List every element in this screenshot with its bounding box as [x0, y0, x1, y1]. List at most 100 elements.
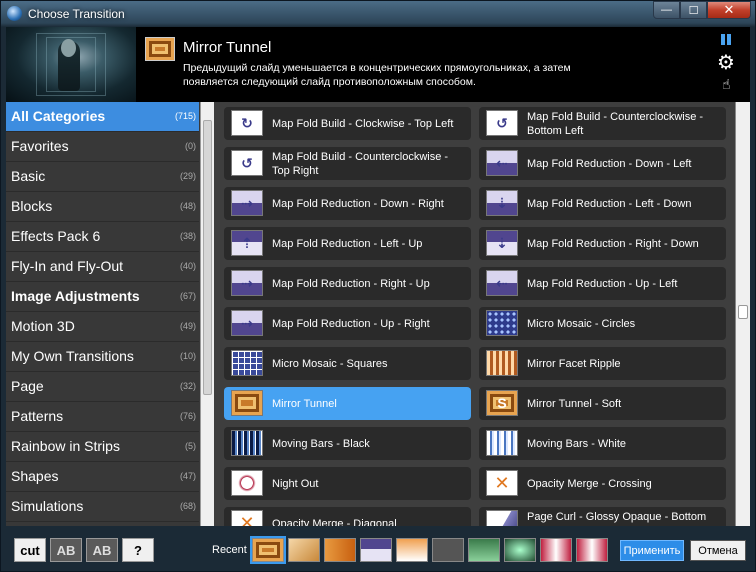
category-item[interactable]: Fly-In and Fly-Out (40) — [6, 252, 199, 282]
category-item[interactable]: Blocks (48) — [6, 192, 199, 222]
transition-tile[interactable]: ⇢ Map Fold Reduction - Up - Right — [224, 307, 471, 340]
transition-tile[interactable]: ⇠ Map Fold Reduction - Up - Left — [479, 267, 726, 300]
bottom-bar: Recent Применить Отмена cut AB AB? — [6, 531, 750, 569]
category-count: (32) — [179, 381, 196, 391]
help-button[interactable]: ? — [122, 538, 154, 562]
category-item[interactable]: Simulations (68) — [6, 492, 199, 522]
category-item[interactable]: Shapes (47) — [6, 462, 199, 492]
transition-tile[interactable]: ⇡ Map Fold Reduction - Left - Up — [224, 227, 471, 260]
transition-tile[interactable]: S Mirror Tunnel - Soft — [479, 387, 726, 420]
transition-tile[interactable]: ⇢ Map Fold Reduction - Right - Up — [224, 267, 471, 300]
facet-ripple-icon — [486, 350, 518, 376]
transition-tile[interactable]: Moving Bars - White — [479, 427, 726, 460]
transition-tile[interactable]: ⇢ Map Fold Reduction - Down - Right — [224, 187, 471, 220]
transition-tile[interactable]: ↺ Map Fold Build - Counterclockwise - Bot… — [479, 107, 726, 140]
category-count: (68) — [179, 501, 196, 511]
title-bar: Choose Transition — ☐ ✕ — [1, 1, 755, 27]
category-list: Simulations (68) Shapes (47) Rainbow in Stri… — [6, 102, 214, 526]
recent-transition-thumbnail[interactable] — [504, 538, 536, 562]
fold-reduction-icon: ⇣ — [486, 230, 518, 256]
ab-button-2[interactable]: AB — [86, 538, 118, 562]
category-item[interactable]: Page (32) — [6, 372, 199, 402]
category-item[interactable]: Favorites (0) — [6, 132, 199, 162]
transition-tile[interactable]: ↻ Map Fold Build - Clockwise - Top Left — [224, 107, 471, 140]
grid-scrollbar[interactable] — [735, 102, 750, 526]
recent-transition-thumbnail[interactable] — [576, 538, 608, 562]
transition-name: Moving Bars - White — [527, 437, 627, 450]
opacity-merge-icon: ✕ — [231, 510, 263, 526]
category-count: (76) — [179, 411, 196, 421]
category-label: Image Adjustments — [11, 288, 140, 304]
close-icon: ✕ — [723, 2, 735, 17]
category-item[interactable]: Basic (29) — [6, 162, 199, 192]
category-label: Effects Pack 6 — [11, 228, 101, 244]
apply-button[interactable]: Применить — [620, 540, 684, 561]
category-label: My Own Transitions — [11, 348, 134, 364]
transition-name: Opacity Merge - Diagonal — [272, 517, 397, 527]
category-item[interactable]: Effects Pack 6 (38) — [6, 222, 199, 252]
mirror-tunnel-icon — [145, 37, 175, 61]
category-item[interactable]: Image Adjustments (67) — [6, 282, 199, 312]
recent-transition-thumbnail[interactable] — [396, 538, 428, 562]
recent-transition-thumbnail[interactable] — [250, 536, 286, 564]
minimize-button[interactable]: — — [653, 1, 680, 19]
fold-reduction-icon: ⇠ — [486, 150, 518, 176]
recent-transition-thumbnail[interactable] — [468, 538, 500, 562]
transition-tile[interactable]: Mirror Tunnel — [224, 387, 471, 420]
category-label: Motion 3D — [11, 318, 75, 334]
category-item[interactable]: Rainbow in Strips (5) — [6, 432, 199, 462]
moving-bars-icon — [486, 430, 518, 456]
transition-name: Mirror Tunnel — [272, 397, 337, 410]
transition-tile[interactable]: Micro Mosaic - Circles — [479, 307, 726, 340]
category-label: Page — [11, 378, 44, 394]
window-title: Choose Transition — [28, 7, 125, 21]
transition-tile[interactable]: Micro Mosaic - Squares — [224, 347, 471, 380]
maximize-button[interactable]: ☐ — [680, 1, 707, 19]
transition-tile[interactable]: ✕ Opacity Merge - Crossing — [479, 467, 726, 500]
category-item[interactable]: Motion 3D (49) — [6, 312, 199, 342]
fold-counterclockwise-icon: ↺ — [231, 150, 263, 176]
transition-preview — [6, 27, 136, 102]
maximize-icon: ☐ — [688, 4, 699, 17]
cancel-button[interactable]: Отмена — [690, 540, 746, 561]
pause-button[interactable] — [720, 34, 734, 46]
transition-tile[interactable]: ⇠ Map Fold Reduction - Down - Left — [479, 147, 726, 180]
transition-tile[interactable]: ⇣ Map Fold Reduction - Left - Down — [479, 187, 726, 220]
close-button[interactable]: ✕ — [707, 1, 751, 19]
category-count: (38) — [179, 231, 196, 241]
mosaic-circles-icon — [486, 310, 518, 336]
transition-tile[interactable]: ⇣ Map Fold Reduction - Right - Down — [479, 227, 726, 260]
category-item[interactable]: All Categories (715) — [6, 102, 199, 132]
category-item[interactable]: Patterns (76) — [6, 402, 199, 432]
transition-tile[interactable]: Page Curl - Glossy Opaque - Bottom Left — [479, 507, 726, 526]
transition-name: Map Fold Build - Counterclockwise - Top … — [272, 150, 449, 177]
recent-transition-thumbnail[interactable] — [360, 538, 392, 562]
transition-name: Mirror Facet Ripple — [527, 357, 621, 370]
transition-tile[interactable]: ✕ Opacity Merge - Diagonal — [224, 507, 471, 526]
transition-tile[interactable]: Night Out — [224, 467, 471, 500]
fold-counterclockwise-icon: ↺ — [486, 110, 518, 136]
transition-name: Map Fold Build - Clockwise - Top Left — [272, 117, 454, 130]
category-scrollbar[interactable] — [200, 102, 214, 526]
category-item[interactable]: My Own Transitions (10) — [6, 342, 199, 372]
window-controls: — ☐ ✕ — [653, 1, 751, 19]
ab-button-1[interactable]: AB — [50, 538, 82, 562]
category-label: Favorites — [11, 138, 69, 154]
transition-name: Map Fold Build - Counterclockwise - Bott… — [527, 110, 704, 137]
recent-transition-thumbnail[interactable] — [288, 538, 320, 562]
transition-description: Предыдущий слайд уменьшается в концентри… — [183, 62, 571, 88]
recent-transition-thumbnail[interactable] — [432, 538, 464, 562]
mirror-tunnel-icon — [231, 390, 263, 416]
transition-name: Opacity Merge - Crossing — [527, 477, 652, 490]
choose-transition-window: Choose Transition — ☐ ✕ Mirror Tunnel Пр… — [0, 0, 756, 572]
cut-button[interactable]: cut — [14, 538, 46, 562]
category-label: Basic — [11, 168, 46, 184]
recent-transition-thumbnail[interactable] — [540, 538, 572, 562]
transition-tile[interactable]: Moving Bars - Black — [224, 427, 471, 460]
transition-tile[interactable]: ↺ Map Fold Build - Counterclockwise - Top… — [224, 147, 471, 180]
recent-transition-thumbnail[interactable] — [324, 538, 356, 562]
fold-reduction-icon: ⇡ — [231, 230, 263, 256]
transition-tile[interactable]: Mirror Facet Ripple — [479, 347, 726, 380]
gear-icon[interactable]: ⚙ — [717, 53, 735, 73]
recent-label: Recent — [212, 544, 247, 556]
